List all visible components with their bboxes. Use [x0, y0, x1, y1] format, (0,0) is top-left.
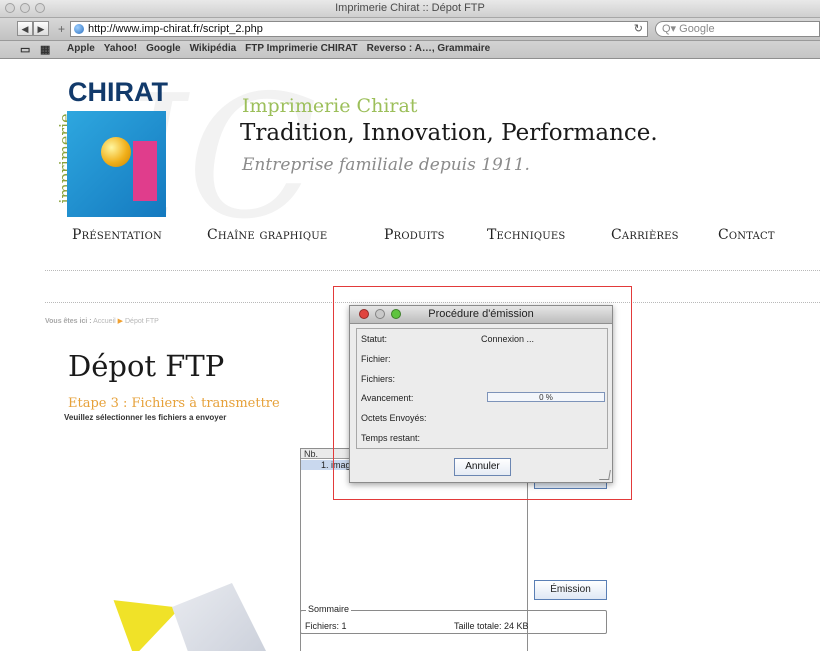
send-button[interactable]: Émission — [534, 580, 607, 600]
files-label: Fichiers: — [361, 374, 396, 384]
breadcrumb: Vous êtes ici : Accueil ▶ Dépot FTP — [45, 317, 159, 325]
bookmarks-bar: ▭ ▦ Apple Yahoo! Google Wikipédia FTP Im… — [0, 41, 820, 59]
add-bookmark-icon[interactable]: + — [58, 22, 65, 36]
progress-text: 0 % — [539, 393, 553, 402]
browser-toolbar: ◀ ▶ + http://www.imp-chirat.fr/script_2.… — [0, 18, 820, 41]
company-slogan: Tradition, Innovation, Performance. — [240, 120, 658, 146]
summary-legend: Sommaire — [306, 604, 352, 614]
envelope-illustration — [113, 579, 272, 651]
dialog-zoom-icon[interactable] — [391, 309, 401, 319]
menu-techniques[interactable]: Techniques — [487, 227, 566, 243]
progress-bar: 0 % — [487, 392, 605, 402]
file-label: Fichier: — [361, 354, 391, 364]
step-title: Etape 3 : Fichiers à transmettre — [68, 396, 280, 411]
menu-contact[interactable]: Contact — [718, 227, 775, 243]
dialog-minimize-icon[interactable] — [375, 309, 385, 319]
bytes-sent-label: Octets Envoyés: — [361, 413, 427, 423]
window-title: Imprimerie Chirat :: Dépot FTP — [335, 2, 485, 14]
bookmark-apple[interactable]: Apple — [67, 43, 95, 54]
bookmark-google[interactable]: Google — [146, 43, 180, 54]
dialog-title: Procédure d'émission — [428, 308, 534, 320]
breadcrumb-current: Dépot FTP — [125, 318, 159, 325]
menu-chaine-graphique[interactable]: Chaîne graphique — [207, 227, 327, 243]
reload-icon[interactable]: ↻ — [634, 22, 643, 36]
progress-label: Avancement: — [361, 393, 414, 403]
dialog-info-panel: Statut: Connexion ... Fichier: Fichiers:… — [356, 328, 608, 449]
window-titlebar: Imprimerie Chirat :: Dépot FTP — [0, 0, 820, 18]
envelope-grey-body — [172, 583, 272, 651]
status-label: Statut: — [361, 334, 388, 344]
company-name: Imprimerie Chirat — [242, 95, 418, 117]
address-bar[interactable]: + http://www.imp-chirat.fr/script_2.php … — [58, 21, 648, 37]
breadcrumb-arrow-icon: ▶ — [117, 318, 124, 325]
bookmarks-book-icon[interactable]: ▭ — [20, 43, 30, 56]
back-button[interactable]: ◀ — [17, 21, 33, 36]
send-progress-dialog: Procédure d'émission Statut: Connexion .… — [349, 305, 613, 483]
company-since: Entreprise familiale depuis 1911. — [242, 155, 530, 175]
top-sites-grid-icon[interactable]: ▦ — [40, 43, 50, 56]
dialog-titlebar[interactable]: Procédure d'émission — [350, 306, 612, 324]
breadcrumb-label: Vous êtes ici : — [45, 318, 92, 325]
bookmark-reverso[interactable]: Reverso : A…, Grammaire — [367, 43, 491, 54]
search-input[interactable]: Q▾ Google — [655, 21, 820, 37]
instruction-text: Veuillez sélectionner les fichiers a env… — [64, 413, 227, 422]
status-value: Connexion ... — [481, 334, 535, 344]
bookmark-wikipedia[interactable]: Wikipédia — [190, 43, 237, 54]
logo-sphere — [101, 137, 131, 167]
page-title: Dépot FTP — [68, 349, 225, 383]
main-menu: Présentation Chaîne graphique Produits T… — [0, 227, 820, 257]
dialog-close-icon[interactable] — [359, 309, 369, 319]
menu-presentation[interactable]: Présentation — [72, 227, 162, 243]
logo-wordmark: CHIRAT — [68, 77, 168, 107]
breadcrumb-home[interactable]: Accueil — [93, 318, 116, 325]
summary-files: Fichiers: 1 — [305, 621, 347, 631]
divider — [45, 270, 820, 271]
summary-box: Sommaire Fichiers: 1 Taille totale: 24 K… — [300, 604, 607, 634]
menu-carrieres[interactable]: Carrières — [611, 227, 679, 243]
summary-size: Taille totale: 24 KB — [454, 621, 529, 631]
cancel-button[interactable]: Annuler — [454, 458, 511, 476]
forward-button[interactable]: ▶ — [33, 21, 49, 36]
chirat-logo[interactable]: CHIRAT imprimerie — [44, 77, 168, 217]
site-icon — [74, 24, 84, 34]
time-left-label: Temps restant: — [361, 433, 421, 443]
bookmark-ftp-chirat[interactable]: FTP Imprimerie CHIRAT — [245, 43, 357, 54]
logo-pink-bar — [133, 141, 157, 201]
bookmark-yahoo[interactable]: Yahoo! — [104, 43, 137, 54]
menu-produits[interactable]: Produits — [384, 227, 445, 243]
resize-grip-icon[interactable] — [599, 470, 611, 480]
url-text: http://www.imp-chirat.fr/script_2.php — [88, 23, 263, 35]
